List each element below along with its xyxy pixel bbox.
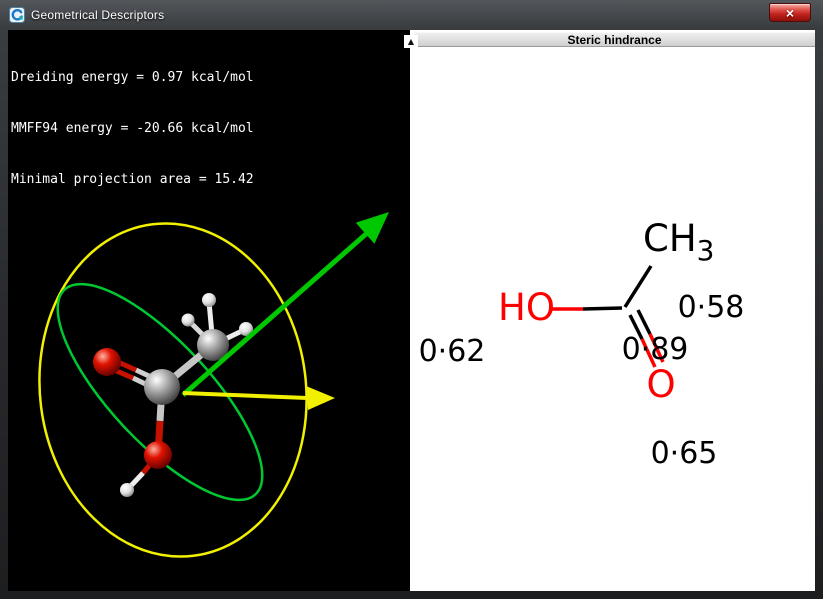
steric-value-carboxyl: 0·89 (622, 332, 689, 367)
descriptor-line: Minimal projection area = 15.42 (11, 171, 403, 188)
app-icon (9, 7, 25, 23)
steric-panel: Steric hindrance (414, 30, 815, 591)
title-bar[interactable]: Geometrical Descriptors × (0, 0, 823, 30)
carbonyl-o-label: O (646, 363, 675, 406)
close-button[interactable]: × (769, 3, 811, 22)
oxygen-atom (93, 348, 121, 376)
close-icon: × (786, 6, 794, 20)
scroll-up-icon: ▲ (408, 38, 414, 46)
steric-header: Steric hindrance (414, 32, 815, 47)
hydrogen-atom (202, 293, 216, 307)
steric-value-methyl: 0·58 (678, 290, 745, 325)
steric-value-carbonyl-o: 0·65 (651, 436, 718, 471)
molecule-2d-canvas[interactable]: CH3 HO O 0·58 0·62 0·89 0·65 (414, 48, 815, 591)
hydroxyl-label: HO (498, 286, 555, 329)
scroll-up-button[interactable]: ▲ (404, 35, 418, 48)
carbon-atom (144, 369, 180, 405)
steric-value-hydroxyl: 0·62 (419, 334, 486, 369)
descriptors-panel: Dreiding energy = 0.97 kcal/mol MMFF94 e… (8, 30, 410, 591)
methyl-label: CH3 (643, 217, 715, 267)
oxygen-atom (144, 441, 172, 469)
descriptor-line: MMFF94 energy = -20.66 kcal/mol (11, 120, 403, 137)
methyl-subscript: 3 (697, 234, 715, 267)
app-window: Geometrical Descriptors × Dreiding energ… (0, 0, 823, 599)
window-content: Dreiding energy = 0.97 kcal/mol MMFF94 e… (8, 30, 815, 591)
window-title: Geometrical Descriptors (31, 8, 164, 22)
molecule-3d-viewer[interactable] (8, 190, 410, 585)
descriptor-line: Dreiding energy = 0.97 kcal/mol (11, 69, 403, 86)
hydrogen-atom (182, 314, 195, 327)
hydrogen-atom (120, 483, 134, 497)
methyl-symbol: CH (643, 217, 697, 260)
